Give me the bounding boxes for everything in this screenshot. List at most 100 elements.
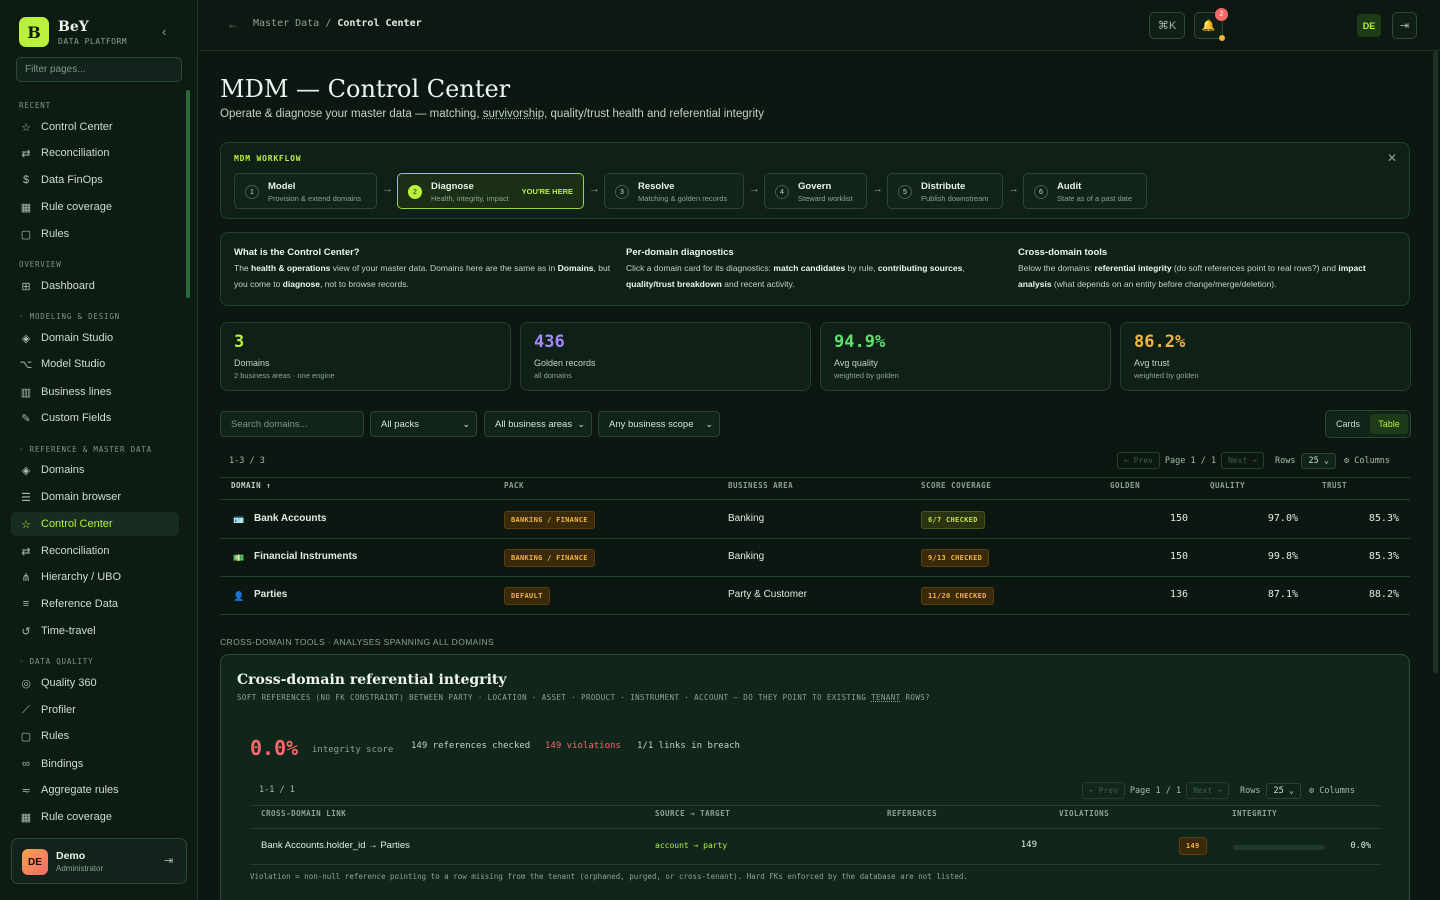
violations-count: 149 violations xyxy=(545,741,621,751)
star-icon: ☆ xyxy=(21,121,31,134)
breadcrumb-parent[interactable]: Master Data xyxy=(253,18,319,29)
columns-button[interactable]: ⚙ Columns xyxy=(1344,456,1390,466)
col-link[interactable]: CROSS-DOMAIN LINK xyxy=(261,809,346,818)
command-palette-button[interactable]: ⌘K xyxy=(1149,12,1185,39)
list-icon: ≡ xyxy=(22,598,30,610)
user-card[interactable]: DE Demo Administrator ⇥ xyxy=(11,838,187,884)
filter-pages-input[interactable] xyxy=(16,57,182,82)
brand: B BeY DATA PLATFORM xyxy=(19,17,127,47)
nav-recent-data-finops[interactable]: $ Data FinOps xyxy=(11,168,179,192)
user-role: Administrator xyxy=(56,864,104,873)
model-icon: ⌥ xyxy=(19,358,33,371)
nav-rule-coverage[interactable]: ▦ Rule coverage xyxy=(11,805,179,829)
layers-icon: ◈ xyxy=(21,332,31,345)
workflow-step-diagnose[interactable]: 2 Diagnose Health, integrity, impact YOU'RE… xyxy=(397,173,584,209)
cards-view-button[interactable]: Cards xyxy=(1329,414,1367,434)
col-quality[interactable]: QUALITY xyxy=(1210,481,1245,490)
col-source-target[interactable]: SOURCE → TARGET xyxy=(655,809,730,818)
tenant-link[interactable]: TENANT xyxy=(871,693,901,702)
clipboard-icon: ▢ xyxy=(20,730,32,743)
next-page-button[interactable]: Next → xyxy=(1186,782,1229,799)
col-integrity[interactable]: INTEGRITY xyxy=(1232,809,1277,818)
next-page-button[interactable]: Next → xyxy=(1221,452,1264,469)
col-golden[interactable]: GOLDEN xyxy=(1110,481,1140,490)
info-per-domain: Per-domain diagnostics Click a domain ca… xyxy=(626,247,965,289)
nav-control-center[interactable]: ☆ Control Center xyxy=(11,512,179,536)
nav-hierarchy-ubo[interactable]: ⋔ Hierarchy / UBO xyxy=(11,565,179,589)
nav-time-travel[interactable]: ↺ Time-travel xyxy=(11,619,179,643)
business-scope-select[interactable]: Any business scope ⌄ xyxy=(598,411,720,437)
back-arrow-icon[interactable]: ← xyxy=(227,17,239,31)
brand-sub: DATA PLATFORM xyxy=(58,36,128,46)
nav-recent-reconciliation[interactable]: ⇄ Reconciliation xyxy=(11,141,179,165)
nav-rules[interactable]: ▢ Rules xyxy=(11,724,179,748)
logout-button[interactable]: ⇥ xyxy=(1392,12,1417,39)
col-pack[interactable]: PACK xyxy=(504,481,524,490)
nav-aggregate-rules[interactable]: ≂ Aggregate rules xyxy=(11,778,179,802)
logout-icon[interactable]: ⇥ xyxy=(164,854,173,867)
survivorship-link[interactable]: survivorship xyxy=(483,108,544,120)
nav-quality-360[interactable]: ◎ Quality 360 xyxy=(11,671,179,695)
nav-dashboard[interactable]: ⊞ Dashboard xyxy=(11,274,179,298)
nav-recent-control-center[interactable]: ☆ Control Center xyxy=(11,115,179,139)
nav-bindings[interactable]: ∞ Bindings xyxy=(11,752,179,776)
workflow-title: MDM WORKFLOW xyxy=(234,154,302,163)
user-menu-button[interactable]: DE xyxy=(1357,14,1381,37)
rows-select[interactable]: 25 ⌄ xyxy=(1301,452,1336,469)
nav-reconciliation[interactable]: ⇄ Reconciliation xyxy=(11,539,179,563)
rows-select[interactable]: 25 ⌄ xyxy=(1266,782,1301,799)
section-modeling: ◦ MODELING & DESIGN xyxy=(19,312,120,321)
nav-profiler[interactable]: ⟋ Profiler xyxy=(11,698,179,722)
col-references[interactable]: REFERENCES xyxy=(887,809,937,818)
workflow-step-model[interactable]: 1 Model Provision & extend domains xyxy=(234,173,377,209)
business-areas-select[interactable]: All business areas ⌄ xyxy=(484,411,592,437)
notifications-button[interactable]: 🔔 2 xyxy=(1194,8,1228,41)
workflow-step-audit[interactable]: 6 Audit State as of a past date xyxy=(1023,173,1147,209)
nav-domain-browser[interactable]: ☰ Domain browser xyxy=(11,485,179,509)
nav-domains[interactable]: ◈ Domains xyxy=(11,458,179,482)
col-trust[interactable]: TRUST xyxy=(1322,481,1347,490)
links-in-breach: 1/1 links in breach xyxy=(637,741,740,751)
page-subtitle: Operate & diagnose your master data — ma… xyxy=(220,108,764,120)
packs-select[interactable]: All packs ⌄ xyxy=(370,411,477,437)
domain-pager: ← Prev Page 1 / 1 Next → Rows 25 ⌄ ⚙ Col… xyxy=(1112,452,1390,469)
page-title: MDM — Control Center xyxy=(220,75,511,103)
columns-button[interactable]: ⚙ Columns xyxy=(1309,786,1355,796)
nav-recent-rules[interactable]: ▢ Rules xyxy=(11,222,179,246)
workflow-step-resolve[interactable]: 3 Resolve Matching & golden records xyxy=(604,173,744,209)
nav-reference-data[interactable]: ≡ Reference Data xyxy=(11,592,179,616)
hierarchy-icon: ⋔ xyxy=(21,571,31,584)
arrow-icon: → xyxy=(1008,183,1019,195)
workflow-step-govern[interactable]: 4 Govern Steward worklist xyxy=(764,173,867,209)
prev-page-button[interactable]: ← Prev xyxy=(1117,452,1160,469)
nav-recent-rule-coverage[interactable]: ▦ Rule coverage xyxy=(11,195,179,219)
prev-page-button[interactable]: ← Prev xyxy=(1082,782,1125,799)
breadcrumb-current: Control Center xyxy=(337,18,422,29)
user-name: Demo xyxy=(56,850,86,862)
close-icon[interactable]: ✕ xyxy=(1387,151,1397,165)
bar-chart-icon: ▥ xyxy=(20,386,32,399)
collapse-sidebar-icon[interactable]: ‹ xyxy=(162,24,166,39)
main-scrollbar[interactable] xyxy=(1433,51,1438,673)
dollar-icon: $ xyxy=(22,174,30,186)
workflow-step-distribute[interactable]: 5 Distribute Publish downstream xyxy=(887,173,1003,209)
col-violations[interactable]: VIOLATIONS xyxy=(1059,809,1109,818)
chevron-down-icon: ⌄ xyxy=(705,419,713,429)
table-view-button[interactable]: Table xyxy=(1370,414,1408,434)
nav-model-studio[interactable]: ⌥ Model Studio xyxy=(11,352,179,376)
nav-business-lines[interactable]: ▥ Business lines xyxy=(11,380,179,404)
info-what-is: What is the Control Center? The health &… xyxy=(234,247,611,289)
section-overview: OVERVIEW xyxy=(19,260,62,269)
notification-dot xyxy=(1219,35,1225,41)
cross-domain-section-label: CROSS-DOMAIN TOOLS · ANALYSES SPANNING A… xyxy=(220,637,495,647)
col-score-coverage[interactable]: SCORE COVERAGE xyxy=(921,481,991,490)
breadcrumb: Master Data / Control Center xyxy=(253,18,422,29)
nav-domain-studio[interactable]: ◈ Domain Studio xyxy=(11,326,179,350)
info-card: What is the Control Center? The health &… xyxy=(220,232,1410,306)
search-domains-input[interactable]: Search domains... xyxy=(220,411,364,437)
sidebar-scrollbar[interactable] xyxy=(186,90,190,298)
cross-domain-subtitle: SOFT REFERENCES (NO FK CONSTRAINT) BETWE… xyxy=(237,693,931,702)
col-domain[interactable]: DOMAIN ↑ xyxy=(231,481,271,490)
col-business-area[interactable]: BUSINESS AREA xyxy=(728,481,793,490)
nav-custom-fields[interactable]: ✎ Custom Fields xyxy=(11,406,179,430)
